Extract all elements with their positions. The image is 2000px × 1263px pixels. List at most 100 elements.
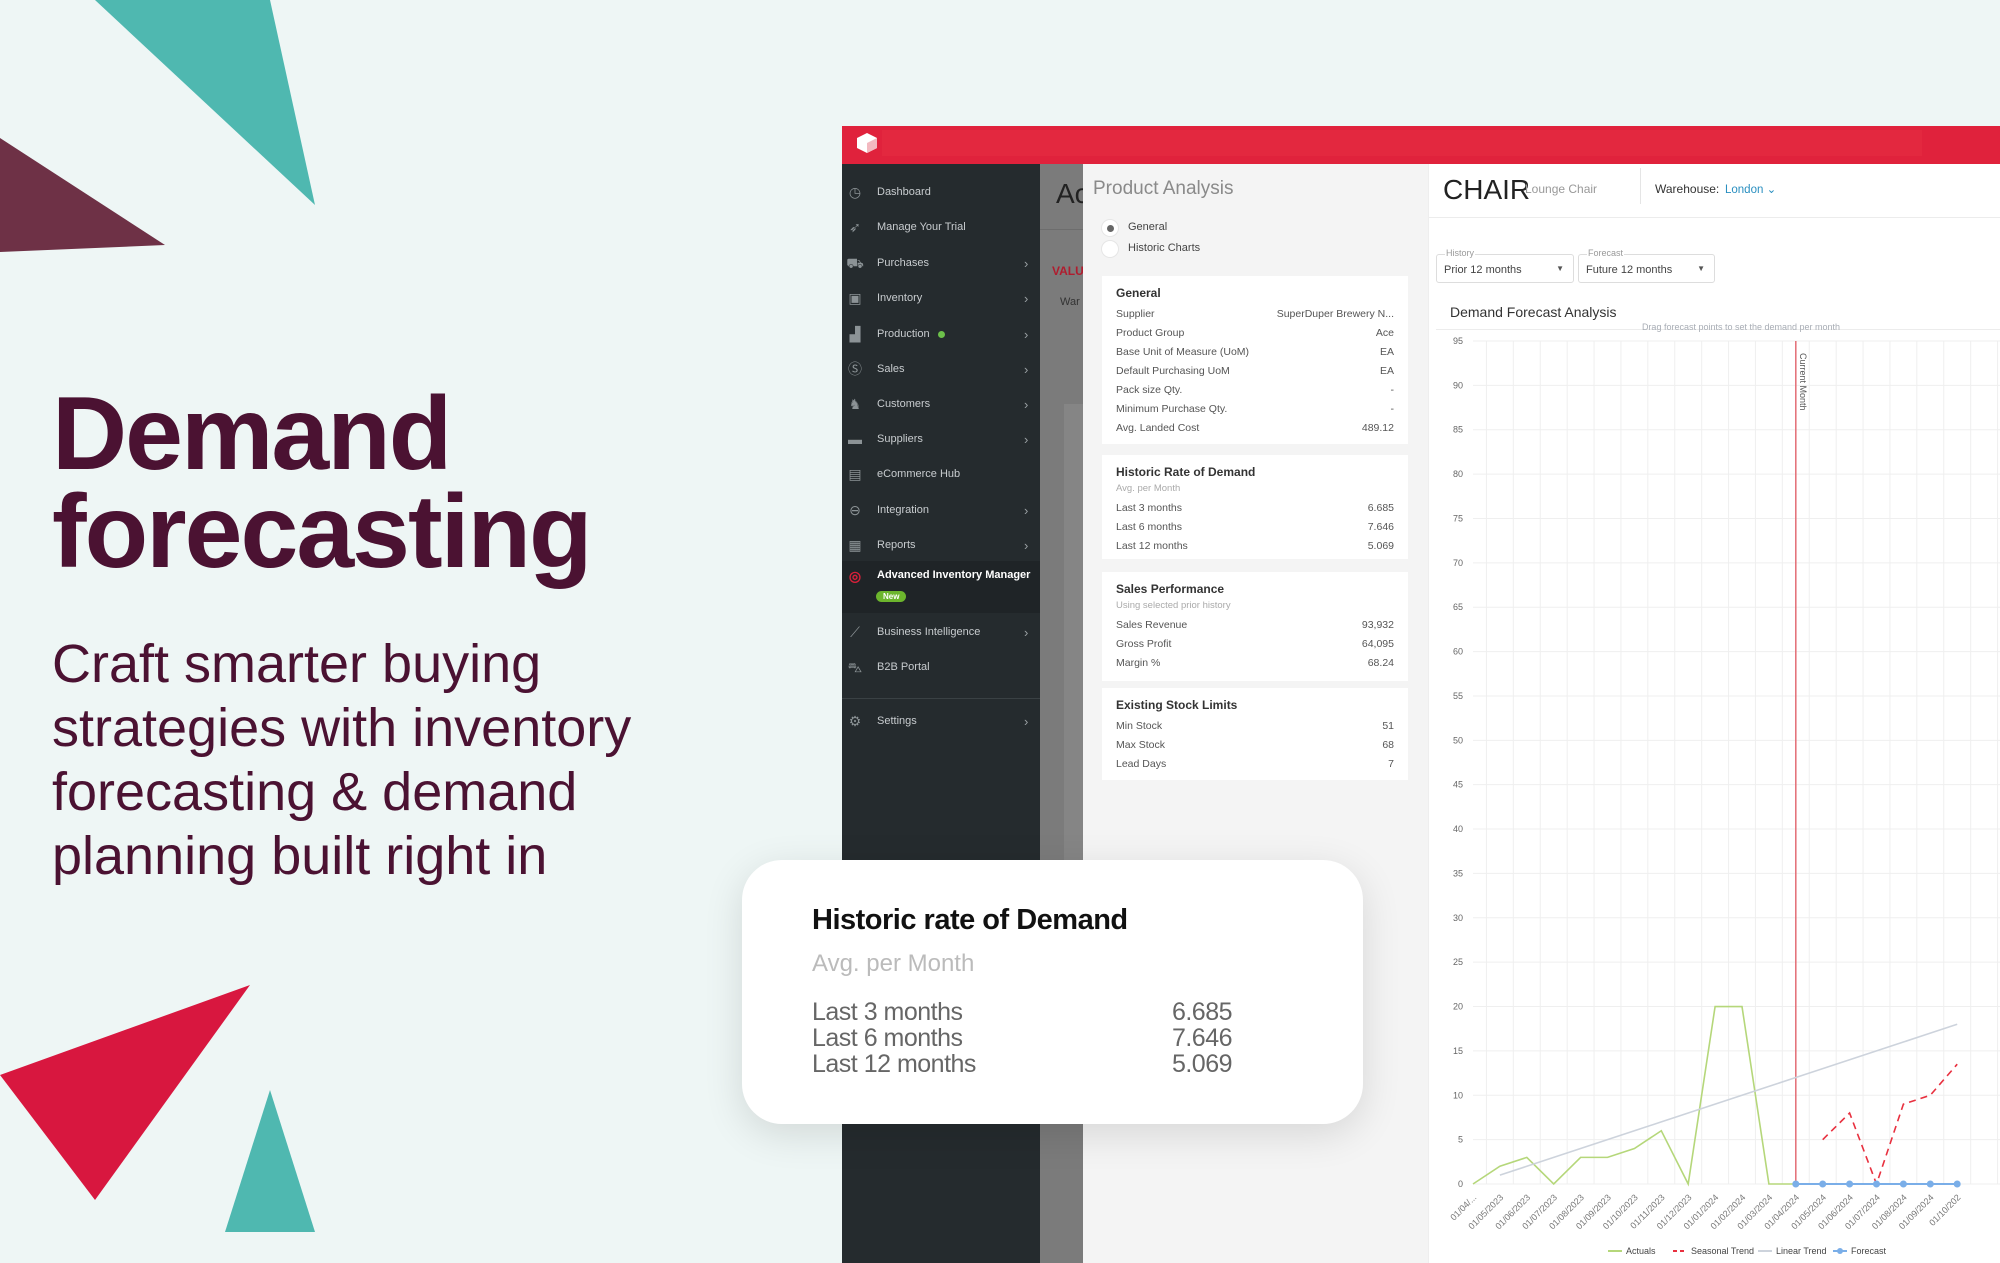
top-bar xyxy=(842,126,2000,164)
card-row: Sales Revenue 93,932 xyxy=(1116,615,1394,634)
row-value: EA xyxy=(1379,345,1394,358)
red-triangle xyxy=(0,985,250,1200)
teal-triangle-bottom xyxy=(225,1090,315,1232)
sidebar-item-b2b-portal[interactable]: ⛍ B2B Portal xyxy=(842,652,1040,682)
row-label: Last 3 months xyxy=(812,998,963,1026)
row-value: - xyxy=(1390,402,1395,415)
target-icon: ◎ xyxy=(848,568,862,584)
product-name: Lounge Chair xyxy=(1525,182,1598,196)
sidebar-item-label: eCommerce Hub xyxy=(877,468,961,480)
card-subtitle: Using selected prior history xyxy=(1116,600,1231,611)
card-title: Existing Stock Limits xyxy=(1116,698,1238,712)
row-label: Sales Revenue xyxy=(1116,618,1188,631)
y-tick-label: 50 xyxy=(1453,735,1463,745)
background-page-title: Ac xyxy=(1056,178,1083,209)
y-tick-label: 20 xyxy=(1453,1002,1463,1012)
sidebar-item-reports[interactable]: ▦ Reports › xyxy=(842,530,1040,560)
caret-down-icon: ▼ xyxy=(1556,264,1564,273)
dollar-icon: Ⓢ xyxy=(848,361,862,377)
chevron-right-icon: › xyxy=(1024,396,1029,412)
sidebar-item-dashboard[interactable]: ◷ Dashboard xyxy=(842,177,1040,207)
callout-subtitle: Avg. per Month xyxy=(812,950,975,977)
y-tick-label: 10 xyxy=(1453,1090,1463,1100)
radio-general[interactable] xyxy=(1101,219,1119,237)
sidebar-item-inventory[interactable]: ▣ Inventory › xyxy=(842,283,1040,313)
row-label: Avg. Landed Cost xyxy=(1116,421,1200,434)
sidebar-item-label: Customers xyxy=(877,398,931,410)
radio-label: General xyxy=(1128,221,1168,233)
row-value: 93,932 xyxy=(1361,618,1394,631)
panel-title: Product Analysis xyxy=(1093,178,1234,199)
callout-title: Historic rate of Demand xyxy=(812,904,1128,936)
background-value-label: VALU xyxy=(1052,264,1083,278)
row-label: Base Unit of Measure (UoM) xyxy=(1116,345,1250,358)
row-value: 5.069 xyxy=(1171,1050,1233,1078)
chevron-right-icon: › xyxy=(1024,255,1029,271)
sidebar-item-purchases[interactable]: ⛟ Purchases › xyxy=(842,248,1040,278)
row-label: Last 3 months xyxy=(1116,501,1182,514)
callout-row: Last 3 months 6.685 xyxy=(812,998,1233,1027)
y-tick-label: 30 xyxy=(1453,913,1463,923)
row-value: - xyxy=(1390,383,1395,396)
sidebar-item-suppliers[interactable]: ▬ Suppliers › xyxy=(842,424,1040,454)
sidebar-item-label: Production xyxy=(877,328,930,340)
link-icon: ⊖ xyxy=(849,502,861,518)
card-row: Last 3 months 6.685 xyxy=(1116,498,1394,517)
sidebar-item-sales[interactable]: Ⓢ Sales › xyxy=(842,354,1040,384)
hero-title: Demand forecasting xyxy=(52,376,593,584)
sidebar-item-customers[interactable]: ♞ Customers › xyxy=(842,389,1040,419)
top-bar-search-area[interactable] xyxy=(882,130,1922,156)
card-subtitle: Avg. per Month xyxy=(1116,483,1181,494)
y-tick-label: 70 xyxy=(1453,558,1463,568)
sidebar-item-ecommerce-hub[interactable]: ▤ eCommerce Hub xyxy=(842,459,1040,489)
sidebar-item-business-intelligence[interactable]: ⟋ Business Intelligence › xyxy=(842,617,1040,647)
row-label: Last 12 months xyxy=(1116,539,1188,552)
card-title: General xyxy=(1116,286,1161,300)
demand-forecast-chart[interactable]: Drag forecast points to set the demand p… xyxy=(1428,310,2000,1263)
app-logo-cube-icon[interactable] xyxy=(856,132,878,154)
store-icon: ▤ xyxy=(848,466,862,482)
chevron-right-icon: › xyxy=(1024,326,1029,342)
radio-historic-charts[interactable] xyxy=(1101,240,1119,258)
row-label: Margin % xyxy=(1116,656,1161,669)
stock-limits-card: Existing Stock Limits Min Stock 51 Max Stoc… xyxy=(1102,688,1408,780)
forecast-select[interactable]: Forecast Future 12 months ▼ xyxy=(1578,248,1715,283)
row-label: Minimum Purchase Qty. xyxy=(1116,402,1228,415)
y-tick-label: 90 xyxy=(1453,380,1463,390)
y-tick-label: 55 xyxy=(1453,691,1463,701)
y-tick-label: 95 xyxy=(1453,336,1463,346)
row-label: Min Stock xyxy=(1116,719,1163,732)
sidebar-item-integration[interactable]: ⊖ Integration › xyxy=(842,495,1040,525)
truck-icon: ▬ xyxy=(848,431,862,447)
warehouse-dropdown[interactable]: London ⌄ xyxy=(1725,182,1776,196)
row-value: 68 xyxy=(1382,738,1394,751)
card-row: Last 6 months 7.646 xyxy=(1116,517,1394,536)
card-row: Margin % 68.24 xyxy=(1116,653,1394,672)
chevron-right-icon: › xyxy=(1024,624,1029,640)
legend-label: Linear Trend xyxy=(1776,1246,1827,1256)
sidebar-item-label: Settings xyxy=(877,715,917,727)
card-row: Avg. Landed Cost 489.12 xyxy=(1116,418,1394,437)
sidebar-item-advanced-inventory-manager[interactable]: ◎ Advanced Inventory Manager New xyxy=(842,561,1040,613)
legend-label: Seasonal Trend xyxy=(1691,1246,1754,1256)
y-tick-label: 65 xyxy=(1453,602,1463,612)
caret-down-icon: ▼ xyxy=(1697,264,1705,273)
sidebar-item-manage-your-trial[interactable]: ➶ Manage Your Trial xyxy=(842,212,1040,242)
general-card: General Supplier SuperDuper Brewery N... Pr… xyxy=(1102,276,1408,444)
y-tick-label: 0 xyxy=(1458,1179,1463,1189)
sidebar-item-settings[interactable]: ⚙ Settings › xyxy=(842,706,1040,736)
historic-demand-card: Historic Rate of Demand Avg. per Month Las… xyxy=(1102,455,1408,559)
sidebar-item-production[interactable]: ▟ Production › xyxy=(842,319,1040,349)
row-label: Max Stock xyxy=(1116,738,1166,751)
y-tick-label: 80 xyxy=(1453,469,1463,479)
sidebar-item-label: Inventory xyxy=(877,292,923,304)
y-tick-label: 15 xyxy=(1453,1046,1463,1056)
chevron-right-icon: › xyxy=(1024,537,1029,553)
hero-title-line: Demand xyxy=(52,376,452,492)
box-icon: ▣ xyxy=(848,290,862,306)
y-tick-label: 35 xyxy=(1453,868,1463,878)
y-tick-label: 40 xyxy=(1453,824,1463,834)
history-select[interactable]: History Prior 12 months ▼ xyxy=(1436,248,1574,283)
forecast-point xyxy=(1953,1180,1961,1188)
card-row: Max Stock 68 xyxy=(1116,735,1394,754)
